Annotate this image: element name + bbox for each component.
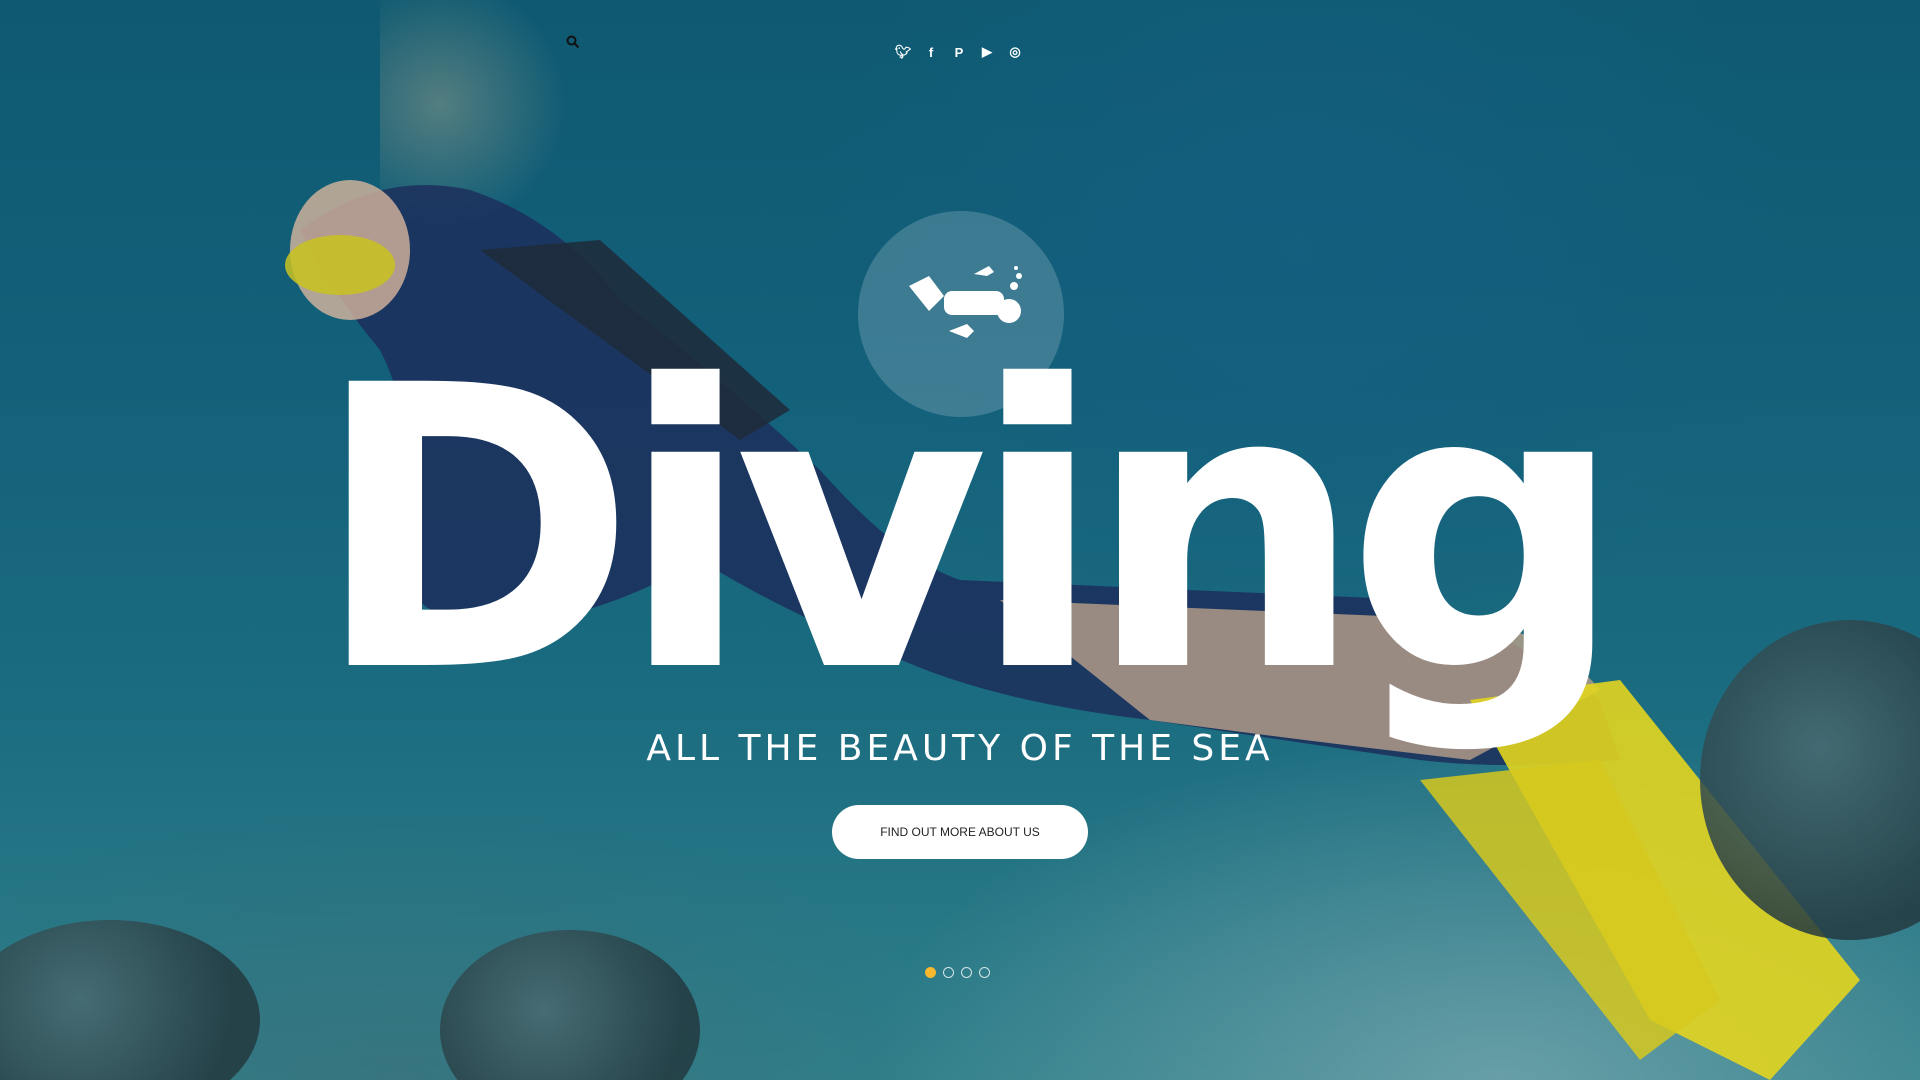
slider-dot[interactable] — [925, 967, 936, 978]
instagram-icon[interactable]: ◎ — [1005, 42, 1025, 62]
search-icon[interactable] — [566, 35, 580, 49]
find-out-more-button[interactable]: FIND OUT MORE ABOUT US — [832, 805, 1088, 859]
hero-tagline: ALL THE BEAUTY OF THE SEA — [646, 728, 1274, 769]
slider-dot[interactable] — [979, 967, 990, 978]
slider-dot[interactable] — [961, 967, 972, 978]
twitter-icon[interactable]: 🐦︎ — [893, 42, 913, 62]
youtube-icon[interactable]: ▶ — [977, 42, 997, 62]
slider-pagination — [925, 967, 990, 978]
social-links: 🐦︎ f P ▶ ◎ — [893, 42, 1025, 62]
slider-dot[interactable] — [943, 967, 954, 978]
hero-headline: Diving — [312, 303, 1625, 757]
facebook-icon[interactable]: f — [921, 42, 941, 62]
pinterest-icon[interactable]: P — [949, 42, 969, 62]
